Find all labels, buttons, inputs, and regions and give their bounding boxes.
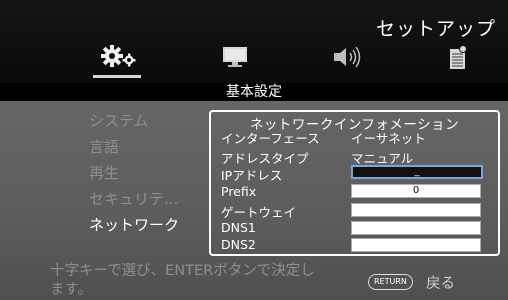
- tab-information[interactable]: [447, 45, 469, 75]
- ip-label: IPアドレス: [221, 168, 283, 183]
- menu-item-playback[interactable]: 再生: [89, 162, 119, 183]
- section-header: 基本設定: [0, 83, 508, 101]
- dns1-field[interactable]: [351, 221, 481, 235]
- monitor-icon: [223, 47, 247, 67]
- gear-icon: [101, 45, 136, 67]
- instruction-hint: 十字キーで選び、ENTERボタンで決定します。: [50, 263, 315, 298]
- page-title: セットアップ: [375, 18, 496, 40]
- ip-address-field[interactable]: _: [351, 165, 483, 179]
- tab-audio[interactable]: [332, 45, 366, 73]
- interface-label: インターフェース: [221, 131, 320, 146]
- prefix-field[interactable]: 0: [351, 184, 481, 198]
- prefix-label: Prefix: [221, 184, 257, 199]
- return-button[interactable]: RETURN: [368, 274, 413, 290]
- menu-item-system[interactable]: システム: [89, 110, 149, 131]
- menu-item-network[interactable]: ネットワーク: [89, 214, 179, 235]
- dns2-field[interactable]: [351, 238, 481, 252]
- gateway-label: ゲートウェイ: [221, 205, 297, 220]
- tab-basic-settings[interactable]: [100, 44, 140, 74]
- speaker-icon: [334, 46, 361, 68]
- menu-item-security[interactable]: セキュリテ...: [89, 188, 178, 209]
- gateway-field[interactable]: [351, 203, 481, 217]
- document-icon: [450, 45, 467, 69]
- active-tab-indicator: [93, 75, 141, 78]
- tab-display[interactable]: [222, 45, 248, 73]
- top-bar: [0, 0, 508, 83]
- dns1-label: DNS1: [221, 220, 256, 235]
- back-label: 戻る: [426, 276, 455, 292]
- interface-value: イーサネット: [351, 131, 426, 146]
- menu-item-language[interactable]: 言語: [89, 136, 119, 157]
- network-info-panel: ネットワークインフォメーション インターフェース イーサネット アドレスタイプ …: [209, 110, 500, 256]
- dns2-label: DNS2: [221, 237, 256, 252]
